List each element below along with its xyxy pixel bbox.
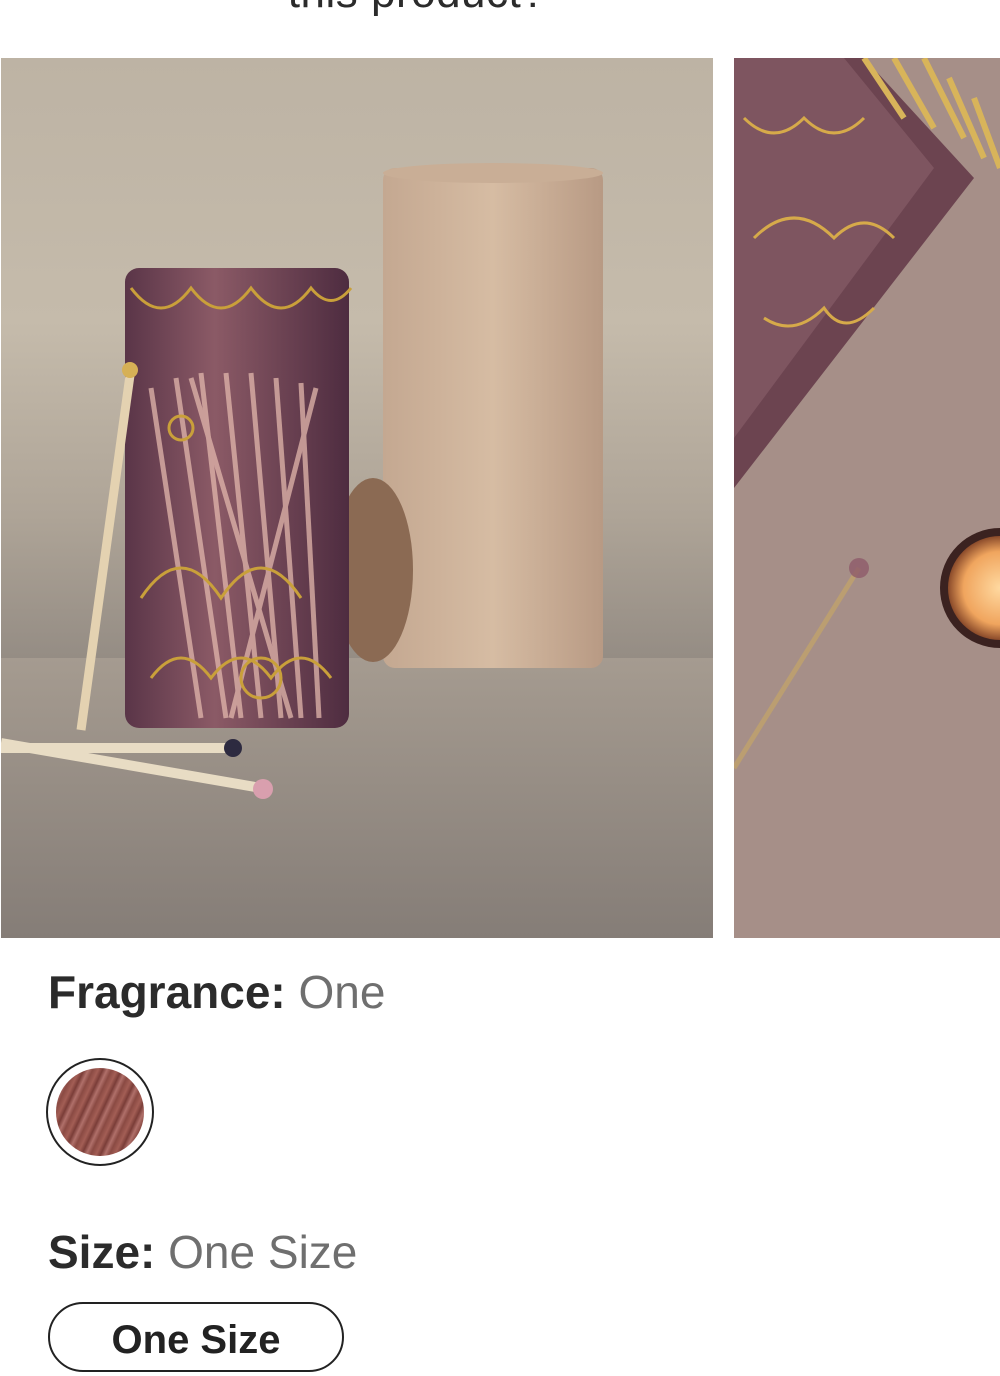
product-image-2[interactable] — [734, 58, 1000, 938]
fragrance-selected-value: One — [298, 966, 386, 1018]
matches-candle-image — [734, 58, 1000, 938]
size-label: Size: — [48, 1226, 156, 1278]
product-image-gallery[interactable] — [0, 58, 1000, 938]
matches-jar-image — [1, 163, 713, 938]
fragrance-option-label: Fragrance: One — [48, 964, 385, 1020]
size-button-one-size[interactable]: One Size — [48, 1302, 344, 1372]
size-selected-value: One Size — [168, 1226, 358, 1278]
product-image-1[interactable] — [1, 58, 713, 938]
fragrance-swatch-one[interactable] — [46, 1058, 154, 1166]
page-heading: this product? — [0, 0, 834, 20]
size-option-label: Size: One Size — [48, 1224, 357, 1280]
fragrance-swatch-image — [56, 1068, 144, 1156]
fragrance-label: Fragrance: — [48, 966, 286, 1018]
